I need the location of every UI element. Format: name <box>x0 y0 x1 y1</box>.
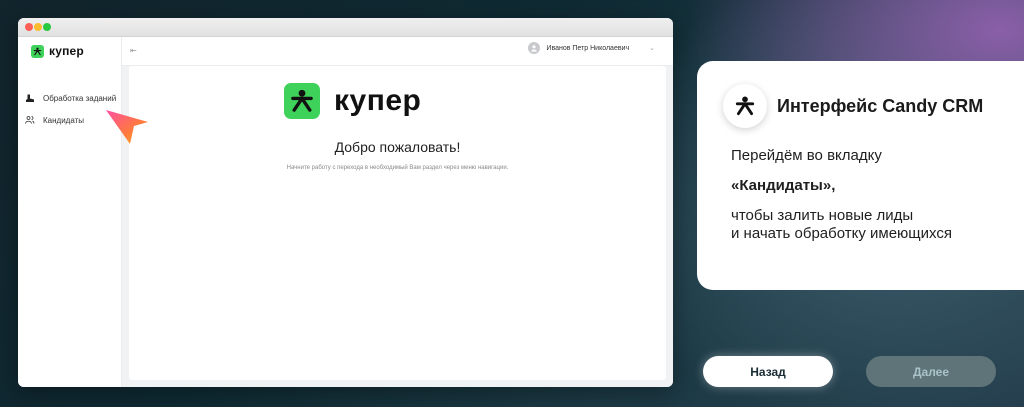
user-menu[interactable]: Иванов Петр Николаевич ⌄ <box>528 42 655 54</box>
top-bar: ⇤ Иванов Петр Николаевич ⌄ <box>122 37 673 66</box>
sidebar-item-label: Обработка заданий <box>43 93 117 103</box>
pointer-arrow-icon <box>104 108 150 151</box>
logo-text: купер <box>49 44 84 58</box>
tutorial-card: Интерфейс Candy CRM Перейдём во вкладку … <box>697 61 1024 290</box>
crm-app: купер Обработка заданий Кандидаты ⇤ Иван… <box>18 37 673 387</box>
main-area: ⇤ Иванов Петр Николаевич ⌄ купер Добро п… <box>122 37 673 387</box>
browser-window: купер Обработка заданий Кандидаты ⇤ Иван… <box>18 18 673 387</box>
card-text-block: чтобы залить новые лиды и начать обработ… <box>731 207 952 243</box>
card-title: Интерфейс Candy CRM <box>777 96 984 116</box>
kuper-logo-icon <box>31 44 44 58</box>
collapse-sidebar-icon[interactable]: ⇤ <box>130 46 137 55</box>
card-text-line: Перейдём во вкладку <box>731 147 882 164</box>
card-text-line: и начать обработку имеющихся <box>731 225 952 242</box>
brand-text: купер <box>334 84 422 117</box>
sidebar-item-tasks[interactable]: Обработка заданий <box>25 93 116 103</box>
window-titlebar <box>18 18 673 37</box>
minimize-window-button[interactable] <box>34 23 42 31</box>
sidebar-item-label: Кандидаты <box>43 115 85 125</box>
users-icon <box>25 115 35 125</box>
kuper-logo-icon <box>284 83 320 119</box>
content-panel: купер Добро пожаловать! Начните работу с… <box>129 66 666 380</box>
user-name: Иванов Петр Николаевич <box>546 44 630 52</box>
sidebar-logo[interactable]: купер <box>31 44 84 58</box>
kuper-person-icon <box>723 84 767 128</box>
maximize-window-button[interactable] <box>43 23 51 31</box>
sidebar: купер Обработка заданий Кандидаты <box>18 37 122 387</box>
chevron-down-icon: ⌄ <box>649 45 655 52</box>
card-text-line: чтобы залить новые лиды <box>731 207 914 224</box>
welcome-hint: Начните работу с перехода в необходимый … <box>286 165 509 171</box>
sidebar-item-candidates[interactable]: Кандидаты <box>25 115 84 125</box>
welcome-heading: Добро пожаловать! <box>334 139 461 155</box>
brand-logo: купер <box>284 83 421 119</box>
close-window-button[interactable] <box>25 23 33 31</box>
boot-icon <box>25 93 35 103</box>
avatar <box>528 42 541 54</box>
card-highlight: «Кандидаты», <box>731 177 836 194</box>
back-button[interactable]: Назад <box>703 356 833 387</box>
next-button[interactable]: Далее <box>866 356 996 387</box>
